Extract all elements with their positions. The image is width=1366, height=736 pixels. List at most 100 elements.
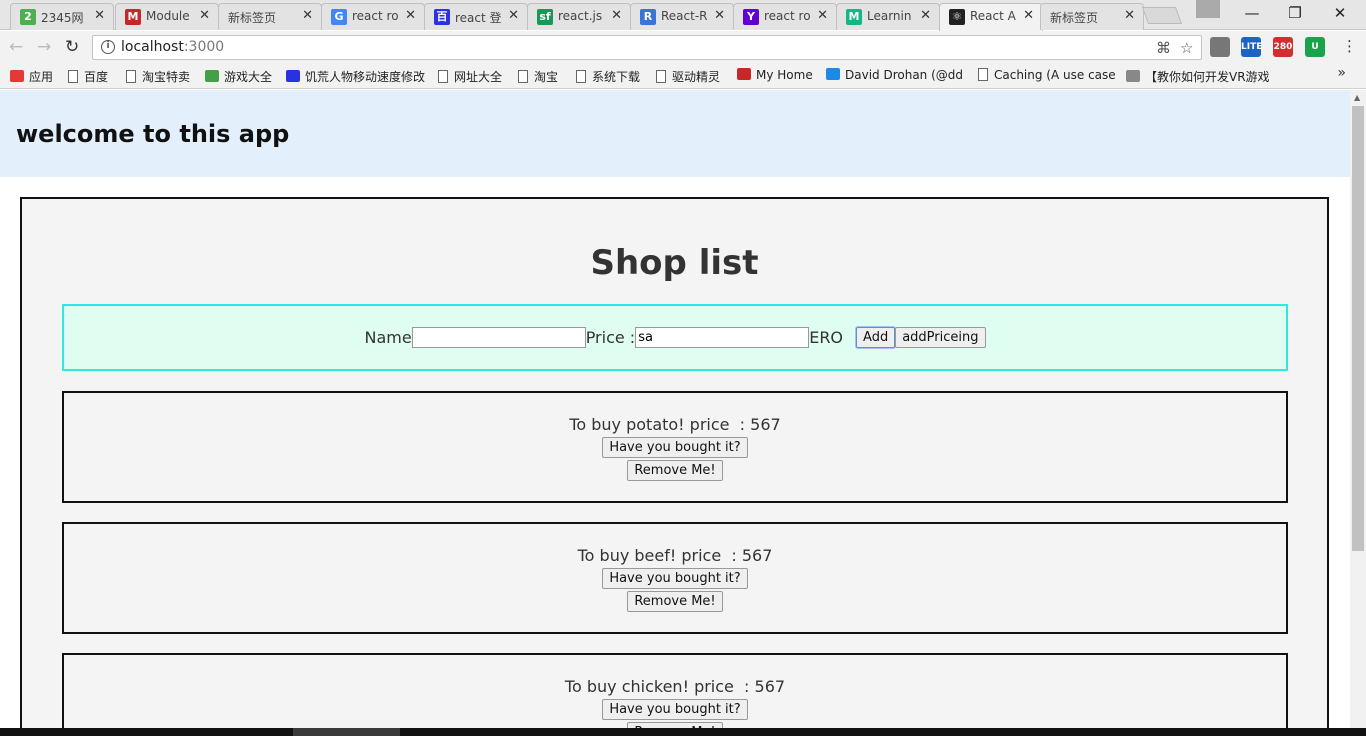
remove-item-button[interactable]: Remove Me! — [627, 591, 723, 612]
translate-icon[interactable]: ⌘ — [1156, 39, 1171, 57]
bookmark-item[interactable]: 饥荒人物移动速度修改 — [286, 68, 425, 85]
shield-ext-icon[interactable]: U — [1305, 37, 1325, 57]
profile-avatar[interactable] — [1196, 0, 1220, 18]
bookmark-item[interactable]: 淘宝 — [518, 68, 558, 85]
scroll-up-arrow-icon[interactable]: ▲ — [1354, 93, 1360, 102]
page-icon — [438, 70, 448, 83]
bookmark-item[interactable]: My Home — [737, 68, 813, 82]
tab-favicon-icon: M — [846, 9, 862, 25]
browser-tab[interactable]: Greact ro ✕ — [321, 3, 425, 30]
tab-title: 2345网 — [41, 11, 84, 25]
shop-item-card: To buy beef! price : 567 Have you bought … — [62, 522, 1288, 634]
tab-title: React-R — [661, 9, 708, 23]
shop-item-text: To buy chicken! price : 567 — [564, 677, 786, 696]
bookmark-label: 系统下载 — [592, 70, 641, 84]
address-bar[interactable]: i localhost:3000 ⌘ ☆ — [92, 35, 1202, 60]
have-you-bought-button[interactable]: Have you bought it? — [602, 437, 748, 458]
browser-tab[interactable]: 新标签页 ✕ — [218, 3, 322, 30]
scroll-thumb[interactable] — [1352, 106, 1364, 551]
bookmark-star-icon[interactable]: ☆ — [1180, 39, 1193, 57]
tab-title: React A — [970, 9, 1016, 23]
page-icon — [68, 70, 78, 83]
browser-tab[interactable]: 2 2345网 ✕ — [10, 3, 114, 30]
page-scrollbar[interactable]: ▲ — [1350, 90, 1366, 728]
tab-close-icon[interactable]: ✕ — [714, 8, 725, 23]
tab-close-icon[interactable]: ✕ — [94, 8, 105, 23]
bookmark-item[interactable]: 应用 — [10, 68, 53, 85]
bookmark-item[interactable]: 【教你如何开发VR游戏 — [1126, 68, 1270, 85]
chrome-menu-icon[interactable]: ⋮ — [1342, 37, 1357, 55]
site-info-icon[interactable]: i — [101, 40, 115, 54]
url-port: :3000 — [183, 39, 225, 55]
bookmark-label: 饥荒人物移动速度修改 — [305, 70, 426, 84]
bookmark-item[interactable]: 网址大全 — [438, 68, 502, 85]
reload-icon[interactable]: ↻ — [65, 37, 79, 57]
add-button[interactable]: Add — [856, 327, 896, 348]
have-you-bought-button[interactable]: Have you bought it? — [602, 568, 748, 589]
minimize-button[interactable]: — — [1242, 4, 1262, 22]
forward-arrow-icon[interactable]: → — [37, 37, 51, 57]
paw-icon — [286, 70, 300, 82]
tab-close-icon[interactable]: ✕ — [508, 8, 519, 23]
tab-close-icon[interactable]: ✕ — [920, 8, 931, 23]
bookmark-item[interactable]: 百度 — [68, 68, 108, 85]
bookmark-item[interactable]: 游戏大全 — [205, 68, 272, 85]
tab-close-icon[interactable]: ✕ — [199, 8, 210, 23]
shop-item-text: To buy beef! price : 567 — [577, 546, 773, 565]
back-arrow-icon[interactable]: ← — [9, 37, 23, 57]
tab-favicon-icon: Y — [743, 9, 759, 25]
apps-icon — [10, 70, 24, 82]
tab-close-icon[interactable]: ✕ — [611, 8, 622, 23]
name-input[interactable] — [411, 327, 586, 348]
tab-title: react 登 — [455, 11, 502, 25]
tab-favicon-icon: sf — [537, 9, 553, 25]
have-you-bought-button[interactable]: Have you bought it? — [602, 699, 748, 720]
bookmark-item[interactable]: 淘宝特卖 — [126, 68, 190, 85]
price-input[interactable] — [635, 327, 810, 348]
tab-close-icon[interactable]: ✕ — [405, 8, 416, 23]
bookmark-label: 网址大全 — [454, 70, 503, 84]
browser-tab[interactable]: 百 react 登 ✕ — [424, 3, 528, 30]
tab-close-icon[interactable]: ✕ — [817, 8, 828, 23]
browser-tab[interactable]: 新标签页 ✕ — [1040, 3, 1144, 30]
taskbar-active-app[interactable] — [293, 728, 400, 736]
gamepad-ext-icon[interactable] — [1210, 37, 1230, 57]
bookmark-item[interactable]: Caching (A use case — [978, 68, 1116, 82]
bookmarks-overflow-icon[interactable]: » — [1337, 65, 1346, 81]
browser-tab[interactable]: M Module ✕ — [115, 3, 219, 30]
tab-title: 新标签页 — [1050, 11, 1099, 25]
url-text[interactable]: localhost:3000 — [121, 39, 224, 55]
browser-tab[interactable]: M Learnin ✕ — [836, 3, 940, 30]
browser-tab[interactable]: R React-R ✕ — [630, 3, 734, 30]
tab-close-icon[interactable]: ✕ — [1023, 8, 1034, 23]
gmail-ext-icon[interactable]: 280 — [1273, 37, 1293, 57]
tab-favicon-icon: R — [640, 9, 656, 25]
bookmark-label: 淘宝 — [534, 70, 559, 84]
tab-close-icon[interactable]: ✕ — [1124, 8, 1135, 23]
add-pricing-button[interactable]: addPriceing — [895, 327, 986, 348]
bookmark-item[interactable]: 驱动精灵 — [656, 68, 720, 85]
url-host: localhost — [121, 39, 184, 55]
restore-button[interactable]: ❐ — [1285, 4, 1305, 22]
bookmark-item[interactable]: 系统下载 — [576, 68, 640, 85]
bookmark-item[interactable]: David Drohan (@dd — [826, 68, 963, 82]
tab-title: react ro — [764, 9, 811, 23]
remove-item-button[interactable]: Remove Me! — [627, 460, 723, 481]
shop-item-card: To buy potato! price : 567 Have you bough… — [62, 391, 1288, 503]
page-icon — [978, 68, 988, 81]
close-window-button[interactable]: ✕ — [1330, 4, 1350, 22]
tab-title: Module — [146, 9, 190, 23]
tab-close-icon[interactable]: ✕ — [302, 8, 313, 23]
home-icon — [737, 68, 751, 80]
shop-list-panel: Shop list Name Price : ERO AddaddPriceing T… — [20, 197, 1329, 728]
browser-tab[interactable]: Yreact ro ✕ — [733, 3, 837, 30]
shop-list-title: Shop list — [590, 243, 759, 283]
shop-item-card: To buy chicken! price : 567 Have you boug… — [62, 653, 1288, 728]
browser-tab[interactable]: sf react.js ✕ — [527, 3, 631, 30]
new-tab-button[interactable] — [1141, 7, 1183, 24]
bookmark-label: 百度 — [84, 70, 109, 84]
tab-favicon-icon: ⚛ — [949, 9, 965, 25]
lite-ext-icon[interactable]: LITE — [1241, 37, 1262, 57]
browser-tab[interactable]: ⚛ React A ✕ — [939, 3, 1043, 31]
shop-item-text: To buy potato! price : 567 — [569, 415, 781, 434]
